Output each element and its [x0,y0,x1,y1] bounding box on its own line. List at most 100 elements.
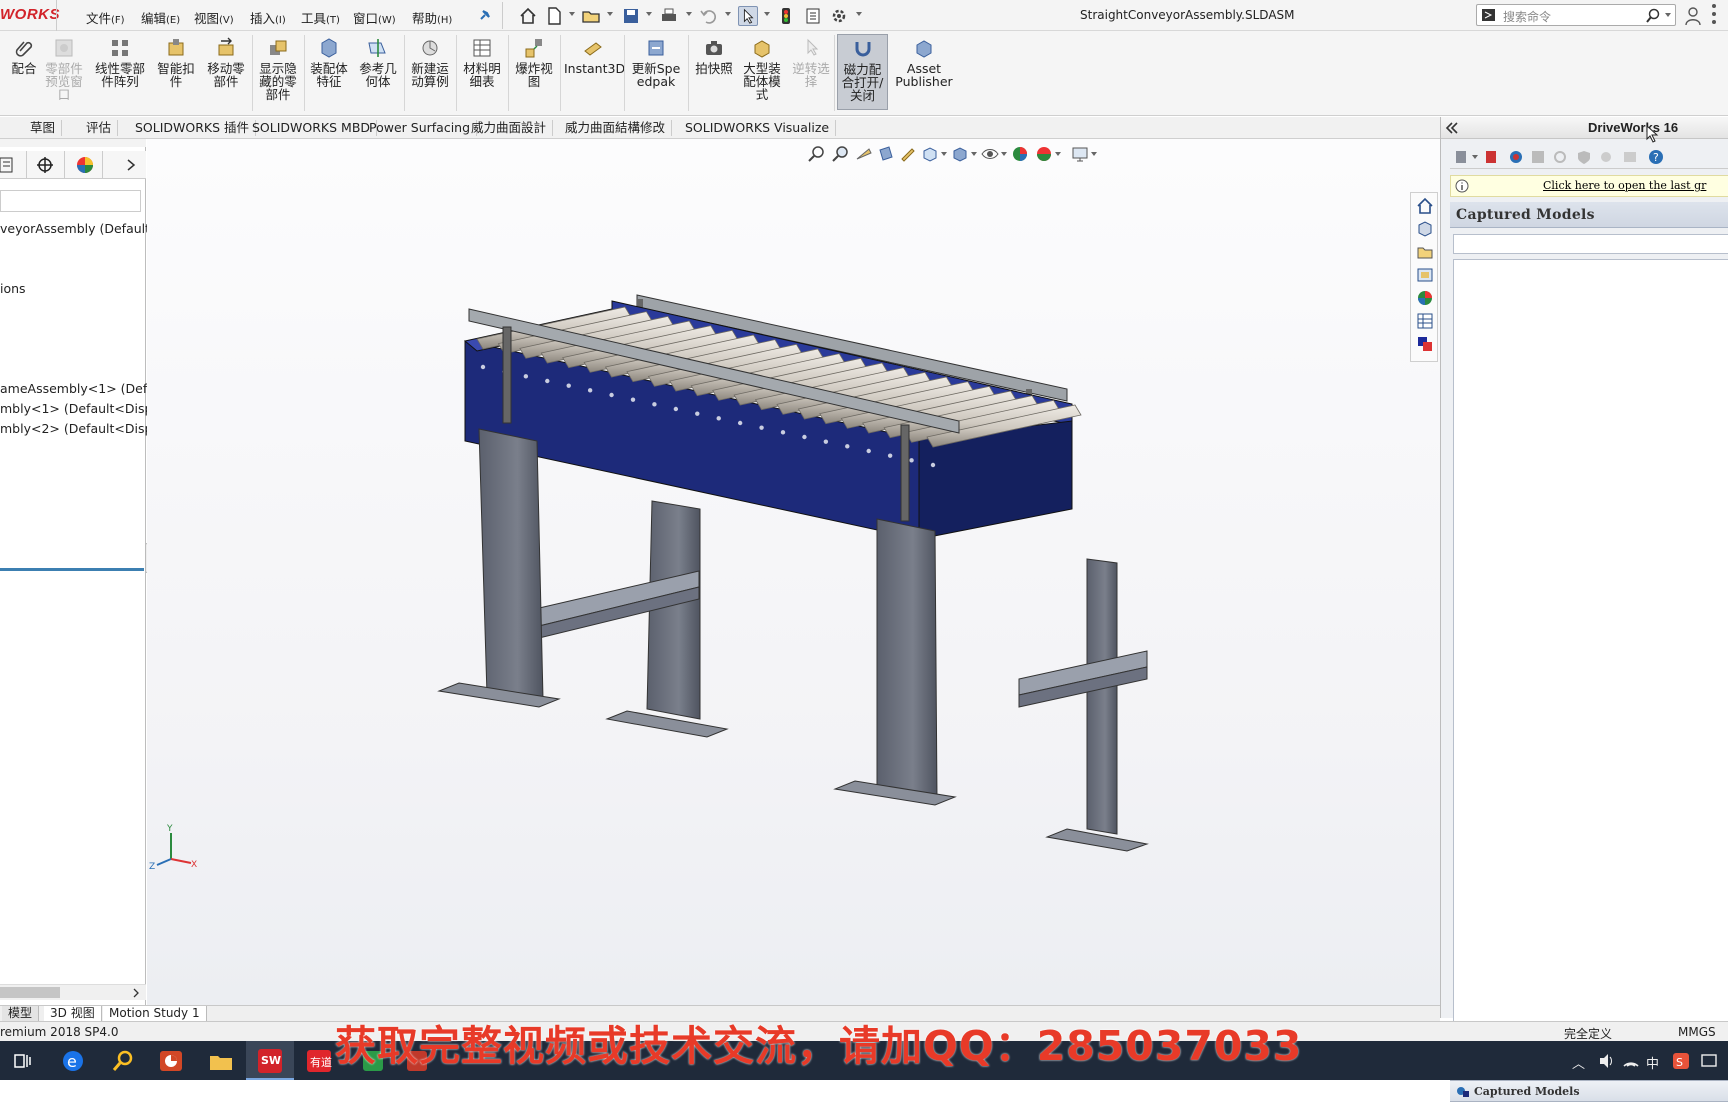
chevron-down-icon[interactable] [764,12,770,16]
horizontal-scrollbar[interactable] [0,984,146,1000]
tab-sketch[interactable]: 草图 [24,120,63,136]
tree-item-assembly-2[interactable]: mbly<2> (Default<Displ [0,421,156,436]
tree-item-frame-assembly[interactable]: ameAssembly<1> (Defau [0,381,163,396]
group-icon[interactable] [1508,149,1524,165]
search-icon[interactable] [110,1048,136,1074]
capture-model-icon[interactable] [1484,149,1498,165]
open-folder-icon[interactable] [581,6,601,26]
chevron-down-icon[interactable] [646,12,652,16]
sogou-ime-icon[interactable]: S [1672,1052,1690,1070]
linear-pattern-button[interactable]: 线性零部件阵列 [92,37,148,88]
menu-help[interactable]: 帮助(H) [412,8,452,27]
tree-item-assembly-1[interactable]: mbly<1> (Default<Displ [0,401,156,416]
print-icon[interactable] [659,6,679,26]
update-speedpak-button[interactable]: 更新Speedpak [628,37,684,88]
chevron-down-icon[interactable] [1665,13,1671,17]
undo-icon[interactable] [698,6,718,26]
network-icon[interactable] [1622,1052,1640,1070]
captured-models-footer-tab[interactable]: Captured Models [1450,1080,1728,1102]
assembly-features-button[interactable]: 装配体特征 [308,37,350,88]
ime-indicator[interactable]: 中 [1646,1053,1659,1072]
pin-icon[interactable] [478,8,492,22]
settings-disabled-icon[interactable] [1598,149,1614,165]
menu-insert[interactable]: 插入(I) [250,8,286,27]
exploded-view-button[interactable]: 爆炸视图 [512,37,556,88]
chevron-down-icon[interactable] [569,12,575,16]
volume-icon[interactable] [1598,1052,1616,1070]
show-hidden-components-button[interactable]: 显示隐藏的零部件 [256,37,300,101]
scrollbar-thumb[interactable] [0,987,60,998]
take-snapshot-button[interactable]: 拍快照 [692,37,736,75]
gear-icon[interactable] [829,6,849,26]
tab-solidworks-addins[interactable]: SOLIDWORKS 插件 [129,120,257,136]
invert-selection-button[interactable]: 逆转选择 [790,37,832,88]
view-palette-icon[interactable] [1416,266,1434,284]
large-assembly-mode-button[interactable]: 大型装配体模式 [740,37,784,101]
shield-disabled-icon[interactable] [1576,149,1592,165]
chevron-right-icon[interactable] [126,159,136,171]
chevron-down-icon[interactable] [856,12,862,16]
tab-power-surface-modify[interactable]: 威力曲面結構修改 [559,120,673,136]
help-icon[interactable]: ? [1648,149,1664,165]
new-document-icon[interactable] [544,6,564,26]
window-disabled-icon[interactable] [1622,149,1638,165]
graphics-viewport[interactable]: Y X Z [147,139,1440,1005]
tree-item-configurations[interactable]: ions [0,281,26,296]
rollback-bar[interactable] [0,568,144,571]
new-motion-study-button[interactable]: 新建运动算例 [408,37,452,88]
refresh-disabled-icon[interactable] [1552,149,1568,165]
edge-browser-icon[interactable]: e [60,1048,86,1074]
home-icon[interactable] [1416,197,1434,215]
appearances-icon[interactable] [1416,289,1434,307]
file-properties-icon[interactable] [803,6,823,26]
tab-solidworks-visualize[interactable]: SOLIDWORKS Visualize [679,120,837,136]
file-explorer-icon[interactable] [208,1048,234,1074]
smart-fasteners-button[interactable]: 智能扣件 [154,37,198,88]
tree-root-assembly[interactable]: veyorAssembly (Default< [0,221,161,236]
chevron-right-icon[interactable] [132,988,140,998]
asset-publisher-button[interactable]: Asset Publisher [894,37,954,88]
feature-filter-input[interactable] [0,190,141,212]
document-icon[interactable] [1454,149,1468,165]
menu-view[interactable]: 视图(V) [194,8,234,27]
units-indicator[interactable]: MMGS [1678,1025,1716,1039]
display-manager-icon[interactable] [76,156,94,174]
open-last-group-link[interactable]: Click here to open the last gr [1543,179,1706,192]
conveyor-3d-model[interactable]: Y X Z [147,139,1440,1005]
driveworks-icon[interactable] [1416,335,1434,353]
menu-window[interactable]: 窗口(W) [353,8,396,27]
more-options-icon[interactable] [1712,4,1716,8]
file-explorer-icon[interactable] [1416,243,1434,261]
tray-chevron-up-icon[interactable]: ︿ [1572,1053,1585,1072]
chevron-down-icon[interactable] [686,12,692,16]
solidworks-taskbar-button[interactable]: SW [246,1041,294,1080]
design-library-icon[interactable] [1416,220,1434,238]
tab-evaluate[interactable]: 评估 [80,120,119,136]
save-disabled-icon[interactable] [1530,149,1546,165]
panel-splitter[interactable] [0,139,146,147]
tab-solidworks-mbd[interactable]: SOLIDWORKS MBD [246,120,378,136]
tab-power-surface-design[interactable]: 威力曲面設計 [465,120,554,136]
menu-tools[interactable]: 工具(T) [301,8,340,27]
captured-models-list[interactable] [1453,259,1728,1071]
tab-motion-study-1[interactable]: Motion Study 1 [103,1006,207,1021]
menu-file[interactable]: 文件(F) [86,8,125,27]
notification-icon[interactable] [1700,1052,1718,1070]
chevron-down-icon[interactable] [725,12,731,16]
youdao-dictionary-icon[interactable]: 有道 [306,1048,332,1074]
instant3d-button[interactable]: Instant3D [564,37,625,75]
menu-edit[interactable]: 编辑(E) [141,8,180,27]
search-icon[interactable] [1645,8,1661,24]
tab-power-surfacing[interactable]: Power Surfacing [363,120,478,136]
tab-3d-views[interactable]: 3D 视图 [44,1006,102,1021]
tab-model[interactable]: 模型 [2,1006,40,1021]
search-input[interactable]: 搜索命令 [1476,4,1676,26]
powerpoint-icon[interactable] [158,1048,184,1074]
select-cursor-icon[interactable] [738,6,758,26]
reference-geometry-button[interactable]: 参考几何体 [356,37,400,88]
component-preview-button[interactable]: 零部件预览窗口 [44,37,84,101]
captured-models-filter[interactable] [1453,234,1728,254]
chevron-down-icon[interactable] [607,12,613,16]
configuration-manager-icon[interactable] [36,156,54,174]
user-icon[interactable] [1684,6,1702,26]
